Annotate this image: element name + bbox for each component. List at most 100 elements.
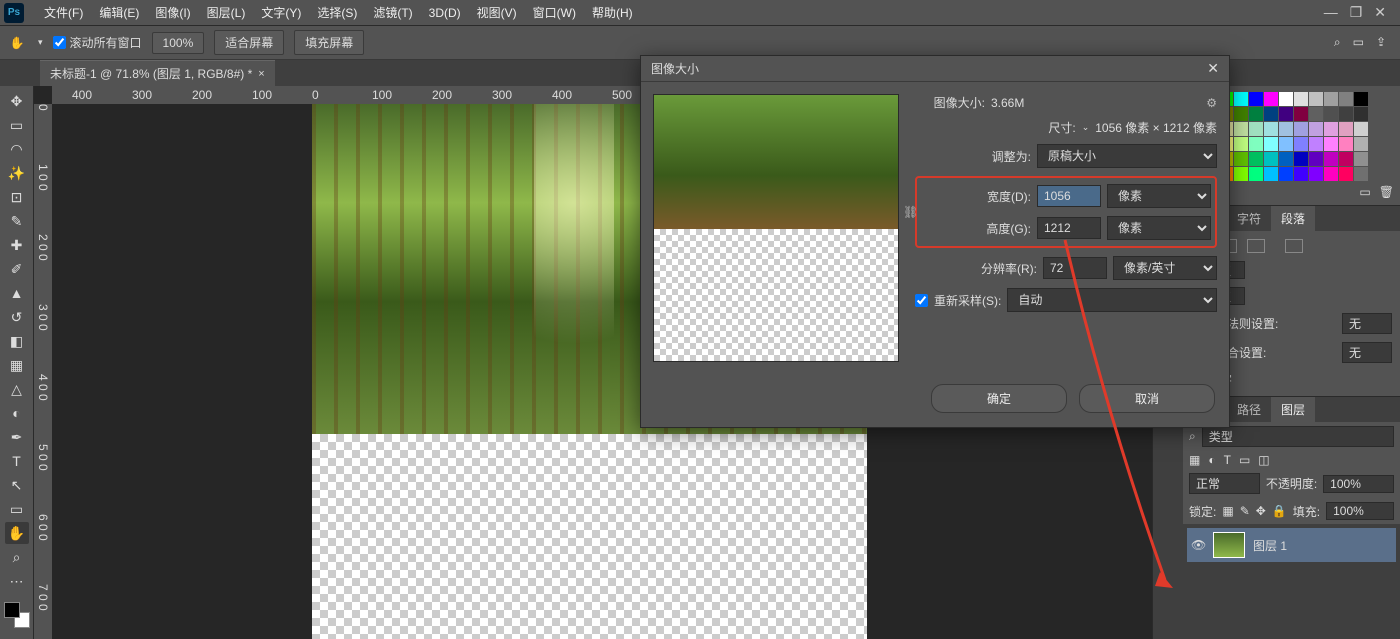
swatch[interactable] bbox=[1354, 137, 1368, 151]
cancel-button[interactable]: 取消 bbox=[1079, 384, 1215, 413]
tab-char[interactable]: 字符 bbox=[1227, 206, 1271, 231]
new-swatch-icon[interactable]: ▭ bbox=[1359, 185, 1370, 199]
swatch[interactable] bbox=[1264, 122, 1278, 136]
swatch[interactable] bbox=[1294, 167, 1308, 181]
healing-tool-icon[interactable]: ✚ bbox=[5, 234, 29, 256]
swatch[interactable] bbox=[1324, 137, 1338, 151]
swatch[interactable] bbox=[1324, 122, 1338, 136]
layer-thumbnail[interactable] bbox=[1213, 532, 1245, 558]
ok-button[interactable]: 确定 bbox=[931, 384, 1067, 413]
swatch[interactable] bbox=[1279, 167, 1293, 181]
path-tool-icon[interactable]: ↖ bbox=[5, 474, 29, 496]
marquee-tool-icon[interactable]: ▭ bbox=[5, 114, 29, 136]
height-unit-select[interactable]: 像素 bbox=[1107, 216, 1211, 240]
menu-3d[interactable]: 3D(D) bbox=[421, 2, 469, 24]
fill-input[interactable]: 100% bbox=[1326, 502, 1394, 520]
swatch[interactable] bbox=[1279, 107, 1293, 121]
move-tool-icon[interactable]: ✥ bbox=[5, 90, 29, 112]
share-icon[interactable]: ⇪ bbox=[1376, 35, 1386, 50]
swatch[interactable] bbox=[1249, 137, 1263, 151]
swatch[interactable] bbox=[1354, 152, 1368, 166]
close-tab-icon[interactable]: × bbox=[258, 68, 264, 80]
gear-icon[interactable]: ⚙ bbox=[1206, 96, 1217, 110]
blur-tool-icon[interactable]: △ bbox=[5, 378, 29, 400]
lock-all-icon[interactable]: 🔒 bbox=[1272, 504, 1287, 518]
crop-tool-icon[interactable]: ⊡ bbox=[5, 186, 29, 208]
fit-select[interactable]: 原稿大小 bbox=[1037, 144, 1217, 168]
swatch[interactable] bbox=[1339, 137, 1353, 151]
lock-position-icon[interactable]: ✥ bbox=[1256, 504, 1266, 518]
swatch[interactable] bbox=[1309, 152, 1323, 166]
swatch[interactable] bbox=[1234, 122, 1248, 136]
resample-checkbox[interactable] bbox=[915, 294, 928, 307]
history-brush-tool-icon[interactable]: ↺ bbox=[5, 306, 29, 328]
swatch[interactable] bbox=[1309, 92, 1323, 106]
zoom-100-button[interactable]: 100% bbox=[152, 32, 205, 54]
resample-select[interactable]: 自动 bbox=[1007, 288, 1217, 312]
width-input[interactable] bbox=[1037, 185, 1101, 207]
hyphen-select[interactable]: 无 bbox=[1342, 313, 1392, 334]
swatch[interactable] bbox=[1279, 137, 1293, 151]
menu-image[interactable]: 图像(I) bbox=[147, 0, 198, 25]
gradient-tool-icon[interactable]: ▦ bbox=[5, 354, 29, 376]
foreground-color[interactable] bbox=[4, 602, 20, 618]
stamp-tool-icon[interactable]: ▲ bbox=[5, 282, 29, 304]
swatch[interactable] bbox=[1339, 122, 1353, 136]
swatch[interactable] bbox=[1309, 122, 1323, 136]
tab-layers[interactable]: 图层 bbox=[1271, 397, 1315, 422]
fill-screen-button[interactable]: 填充屏幕 bbox=[294, 30, 364, 55]
resolution-input[interactable] bbox=[1043, 257, 1107, 279]
swatch[interactable] bbox=[1354, 167, 1368, 181]
tab-paths[interactable]: 路径 bbox=[1227, 397, 1271, 422]
swatch[interactable] bbox=[1249, 167, 1263, 181]
brush-tool-icon[interactable]: ✐ bbox=[5, 258, 29, 280]
swatch[interactable] bbox=[1309, 107, 1323, 121]
swatch[interactable] bbox=[1279, 122, 1293, 136]
swatch[interactable] bbox=[1234, 107, 1248, 121]
justify-icon[interactable] bbox=[1285, 239, 1303, 253]
filter-type-icon[interactable]: T bbox=[1224, 453, 1231, 467]
swatch[interactable] bbox=[1294, 137, 1308, 151]
delete-swatch-icon[interactable]: 🗑 bbox=[1379, 185, 1394, 199]
swatch[interactable] bbox=[1264, 92, 1278, 106]
swatch[interactable] bbox=[1249, 152, 1263, 166]
menu-type[interactable]: 文字(Y) bbox=[253, 0, 309, 25]
swatch[interactable] bbox=[1339, 152, 1353, 166]
swatch[interactable] bbox=[1264, 107, 1278, 121]
zoom-tool-icon[interactable]: ⌕ bbox=[5, 546, 29, 568]
lock-transparent-icon[interactable]: ▦ bbox=[1222, 504, 1233, 518]
magic-wand-tool-icon[interactable]: ✨ bbox=[5, 162, 29, 184]
swatch[interactable] bbox=[1324, 167, 1338, 181]
document-tab[interactable]: 未标题-1 @ 71.8% (图层 1, RGB/8#) * × bbox=[40, 60, 275, 86]
menu-select[interactable]: 选择(S) bbox=[309, 0, 365, 25]
filter-kind-icon[interactable]: ⌕ bbox=[1189, 429, 1196, 444]
type-tool-icon[interactable]: T bbox=[5, 450, 29, 472]
opacity-input[interactable]: 100% bbox=[1323, 475, 1394, 493]
menu-view[interactable]: 视图(V) bbox=[469, 0, 525, 25]
swatch[interactable] bbox=[1234, 167, 1248, 181]
scroll-all-checkbox[interactable]: 滚动所有窗口 bbox=[53, 34, 142, 51]
lasso-tool-icon[interactable]: ◠ bbox=[5, 138, 29, 160]
swatch[interactable] bbox=[1264, 167, 1278, 181]
window-minimize-icon[interactable]: — bbox=[1324, 4, 1338, 21]
lock-pixels-icon[interactable]: ✎ bbox=[1240, 504, 1250, 518]
swatch[interactable] bbox=[1354, 107, 1368, 121]
color-picker[interactable] bbox=[4, 602, 30, 628]
swatch[interactable] bbox=[1249, 107, 1263, 121]
dodge-tool-icon[interactable]: ◐ bbox=[5, 402, 29, 424]
spacing-select[interactable]: 无 bbox=[1342, 342, 1392, 363]
eyedropper-tool-icon[interactable]: ✎ bbox=[5, 210, 29, 232]
filter-pixel-icon[interactable]: ▦ bbox=[1189, 453, 1200, 467]
resolution-unit-select[interactable]: 像素/英寸 bbox=[1113, 256, 1217, 280]
constrain-link-icon[interactable]: ⛓ bbox=[903, 205, 918, 219]
menu-filter[interactable]: 滤镜(T) bbox=[365, 0, 420, 25]
layer-name[interactable]: 图层 1 bbox=[1253, 537, 1287, 554]
screen-mode-icon[interactable]: ▭ bbox=[1353, 35, 1364, 50]
swatch[interactable] bbox=[1294, 92, 1308, 106]
swatch[interactable] bbox=[1264, 137, 1278, 151]
swatch[interactable] bbox=[1264, 152, 1278, 166]
menu-help[interactable]: 帮助(H) bbox=[584, 0, 641, 25]
menu-edit[interactable]: 编辑(E) bbox=[91, 0, 147, 25]
hand-tool-icon[interactable]: ✋ bbox=[6, 32, 28, 54]
swatch[interactable] bbox=[1234, 152, 1248, 166]
